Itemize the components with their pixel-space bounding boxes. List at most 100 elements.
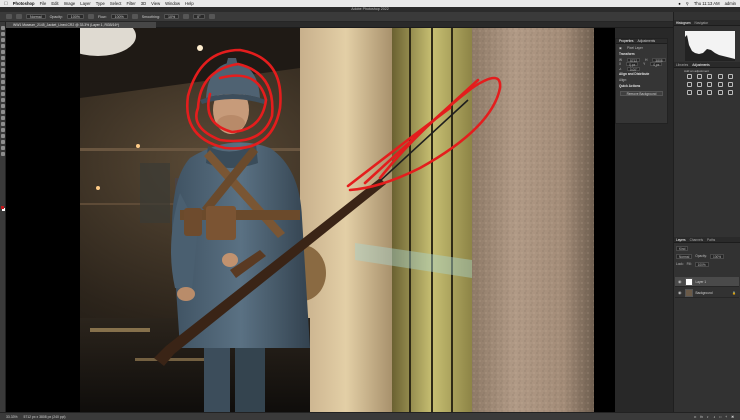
tab-navigator[interactable]: Navigator <box>695 20 709 25</box>
menu-layer[interactable]: Layer <box>80 1 90 6</box>
adjustment-layer-icon[interactable]: ◑ <box>713 415 715 419</box>
zoom-tool-icon[interactable] <box>0 146 5 150</box>
curves-icon[interactable] <box>707 74 713 79</box>
mask-icon[interactable]: ◐ <box>707 415 709 419</box>
foreground-color-swatch[interactable] <box>1 206 4 209</box>
layer-opacity-field[interactable]: 100% <box>709 254 725 259</box>
levels-icon[interactable] <box>697 74 703 79</box>
selective-color-icon[interactable] <box>727 90 733 95</box>
tab-adjustments[interactable]: Adjustments <box>638 39 656 43</box>
pen-tool-icon[interactable] <box>0 116 5 120</box>
home-icon[interactable] <box>6 14 12 19</box>
menubar-user[interactable]: admin <box>725 1 736 6</box>
move-tool-icon[interactable] <box>0 26 5 30</box>
trash-icon[interactable]: ✖ <box>731 415 734 419</box>
layer-name[interactable]: Background <box>696 291 713 295</box>
channel-mixer-icon[interactable] <box>727 82 733 87</box>
visibility-eye-icon[interactable]: ◉ <box>678 290 682 295</box>
opacity-field[interactable]: 100% <box>66 14 84 19</box>
posterize-icon[interactable] <box>697 90 703 95</box>
layer-row-background[interactable]: ◉ Background 🔒 <box>675 288 739 298</box>
height-field[interactable]: 3808 px <box>652 57 666 67</box>
type-tool-icon[interactable] <box>0 122 5 126</box>
visibility-eye-icon[interactable]: ◉ <box>678 279 682 284</box>
tab-properties[interactable]: Properties <box>619 39 634 43</box>
vibrance-icon[interactable] <box>727 74 733 79</box>
blend-mode-select[interactable]: Normal <box>676 254 693 259</box>
pressure-opacity-icon[interactable] <box>87 14 94 19</box>
fx-icon[interactable]: fx <box>700 415 703 419</box>
invert-icon[interactable] <box>687 90 692 95</box>
threshold-icon[interactable] <box>707 90 713 95</box>
menubar-clock[interactable]: Thu 11:13 AM <box>694 1 720 6</box>
layer-name[interactable]: Layer 1 <box>696 280 707 284</box>
shape-tool-icon[interactable] <box>0 134 5 138</box>
gradient-tool-icon[interactable] <box>0 98 5 102</box>
tab-adjustments-panel[interactable]: Adjustments <box>692 62 710 67</box>
hand-tool-icon[interactable] <box>0 140 5 144</box>
document-info[interactable]: 5712 px x 3808 px (240 ppi) <box>24 415 66 419</box>
tab-paths[interactable]: Paths <box>707 237 715 242</box>
menu-window[interactable]: Window <box>165 1 180 6</box>
menu-edit[interactable]: Edit <box>51 1 58 6</box>
airbrush-icon[interactable] <box>131 14 138 19</box>
menu-type[interactable]: Type <box>96 1 105 6</box>
brightness-icon[interactable] <box>687 74 692 79</box>
lasso-tool-icon[interactable] <box>0 38 5 42</box>
menu-select[interactable]: Select <box>110 1 122 6</box>
clone-stamp-tool-icon[interactable] <box>0 80 5 84</box>
symmetry-icon[interactable] <box>208 14 215 19</box>
path-select-tool-icon[interactable] <box>0 128 5 132</box>
x-field[interactable]: 0 px <box>626 62 639 67</box>
color-balance-icon[interactable] <box>697 82 703 87</box>
remove-background-button[interactable]: Remove Background <box>620 90 663 96</box>
angle-field[interactable]: 0° <box>193 14 205 19</box>
kind-filter-select[interactable]: Kind <box>676 246 689 251</box>
brush-tool-icon[interactable] <box>16 14 22 19</box>
folder-icon[interactable]: □ <box>719 415 721 419</box>
eraser-tool-icon[interactable] <box>0 92 5 96</box>
link-icon[interactable]: ∞ <box>694 415 696 419</box>
menu-image[interactable]: Image <box>64 1 76 6</box>
quick-select-tool-icon[interactable] <box>0 44 5 48</box>
smoothing-field[interactable]: 10% <box>163 14 180 19</box>
align-section-title[interactable]: Align and Distribute <box>616 71 667 78</box>
brush-tool-icon[interactable] <box>0 74 5 78</box>
healing-brush-tool-icon[interactable] <box>0 68 5 72</box>
history-brush-tool-icon[interactable] <box>0 86 5 90</box>
eyedropper-tool-icon[interactable] <box>0 62 5 66</box>
flow-field[interactable]: 100% <box>110 14 128 19</box>
gradient-map-icon[interactable] <box>717 90 723 95</box>
crop-tool-icon[interactable] <box>0 50 5 54</box>
menu-3d[interactable]: 3D <box>141 1 146 6</box>
photo-filter-icon[interactable] <box>717 82 723 87</box>
width-field[interactable]: 5712 px <box>627 57 641 67</box>
search-icon[interactable]: ⚲ <box>686 1 689 6</box>
transform-section-title[interactable]: Transform <box>616 51 667 58</box>
photo-soldier-museum[interactable] <box>80 28 594 412</box>
tab-channels[interactable]: Channels <box>690 237 703 242</box>
tab-histogram[interactable]: Histogram <box>676 20 691 25</box>
exposure-icon[interactable] <box>717 74 723 79</box>
black-white-icon[interactable] <box>707 82 713 87</box>
document-canvas[interactable] <box>6 28 615 412</box>
menu-app-name[interactable]: Photoshop <box>13 1 35 6</box>
y-field[interactable]: 0 px <box>650 62 663 67</box>
menu-help[interactable]: Help <box>185 1 194 6</box>
quick-actions-title[interactable]: Quick Actions <box>616 83 667 90</box>
marquee-tool-icon[interactable] <box>0 32 5 36</box>
angle-field[interactable]: 0.00° <box>626 66 641 72</box>
layer-row-layer1[interactable]: ◉ Layer 1 <box>675 277 739 287</box>
menu-view[interactable]: View <box>151 1 160 6</box>
wifi-icon[interactable]: ● <box>678 1 681 6</box>
more-tools-icon[interactable] <box>0 152 5 156</box>
tab-libraries[interactable]: Libraries <box>676 62 688 67</box>
new-layer-icon[interactable]: + <box>725 415 727 419</box>
apple-icon[interactable]:  <box>4 1 8 7</box>
menu-file[interactable]: File <box>40 1 47 6</box>
tab-layers[interactable]: Layers <box>676 237 686 242</box>
dodge-tool-icon[interactable] <box>0 110 5 114</box>
smoothing-options-icon[interactable] <box>183 14 190 19</box>
fill-field[interactable]: 100% <box>694 262 709 267</box>
frame-tool-icon[interactable] <box>0 56 5 60</box>
